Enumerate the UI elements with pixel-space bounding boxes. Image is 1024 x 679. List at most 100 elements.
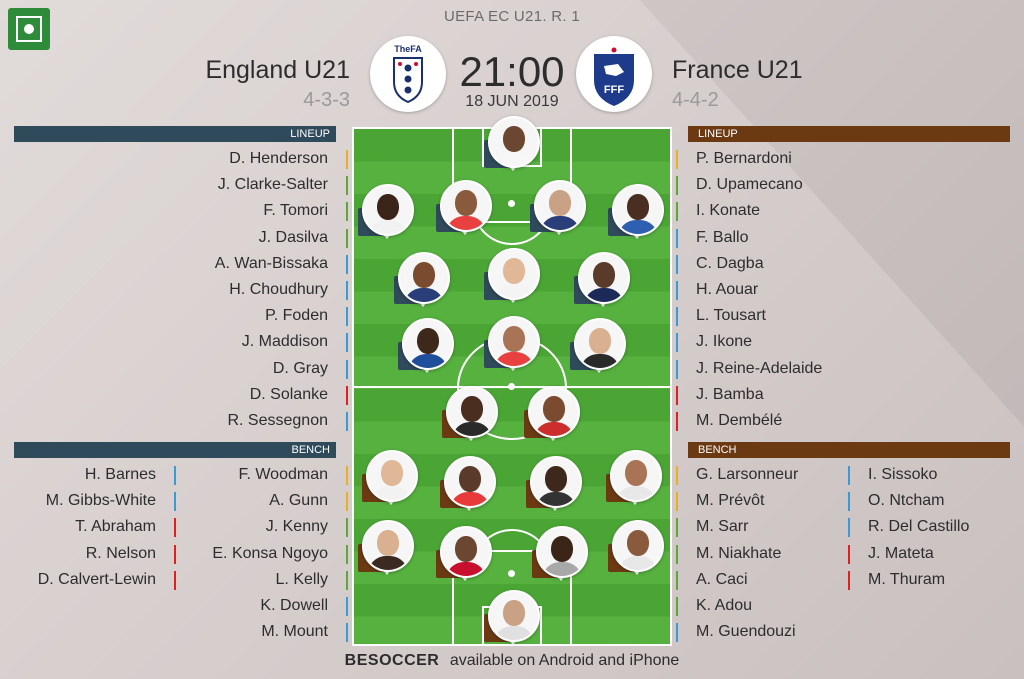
position-indicator [676, 202, 678, 222]
player-marker[interactable] [530, 180, 586, 244]
player-row[interactable]: J. Ikone [676, 329, 976, 355]
player-row[interactable]: A. Wan-Bissaka [48, 251, 348, 277]
player-row[interactable]: F. Ballo [676, 225, 976, 251]
position-indicator [848, 518, 850, 538]
player-marker[interactable] [436, 180, 492, 244]
besoccer-brand[interactable]: BESOCCER [345, 652, 440, 669]
player-row[interactable]: D. Upamecano [676, 172, 976, 198]
player-row[interactable]: M. Guendouzi [676, 619, 844, 645]
home-bench-header: BENCH [14, 442, 336, 458]
player-row[interactable]: D. Calvert-Lewin [8, 567, 176, 593]
position-indicator [346, 307, 348, 327]
player-photo [488, 590, 540, 642]
player-row[interactable]: M. Thuram [848, 567, 1016, 593]
player-row[interactable]: H. Aouar [676, 277, 976, 303]
position-indicator [346, 411, 348, 431]
player-marker[interactable] [484, 590, 540, 654]
player-marker[interactable] [362, 450, 418, 514]
player-row[interactable]: D. Gray [48, 356, 348, 382]
player-row[interactable]: R. Nelson [8, 541, 176, 567]
top-penalty-spot [508, 200, 515, 207]
player-row[interactable]: O. Ntcham [848, 488, 1016, 514]
player-name: J. Clarke-Salter [217, 176, 328, 194]
player-marker[interactable] [570, 318, 626, 382]
player-row[interactable]: E. Konsa Ngoyo [180, 541, 348, 567]
player-row[interactable]: K. Dowell [180, 593, 348, 619]
player-marker[interactable] [526, 456, 582, 520]
player-row[interactable]: P. Bernardoni [676, 146, 976, 172]
position-indicator [676, 307, 678, 327]
player-row[interactable]: R. Sessegnon [48, 408, 348, 434]
player-row[interactable]: J. Mateta [848, 541, 1016, 567]
player-name: P. Bernardoni [696, 150, 792, 167]
player-marker[interactable] [398, 318, 454, 382]
player-row[interactable]: H. Barnes [8, 462, 176, 488]
player-row[interactable]: J. Bamba [676, 382, 976, 408]
player-name: M. Sarr [696, 518, 749, 536]
player-row[interactable]: L. Tousart [676, 303, 976, 329]
player-row[interactable]: F. Tomori [48, 198, 348, 224]
player-row[interactable]: M. Gibbs-White [8, 488, 176, 514]
player-row[interactable]: C. Dagba [676, 251, 976, 277]
player-row[interactable]: D. Henderson [48, 146, 348, 172]
player-name: O. Ntcham [868, 492, 945, 510]
player-name: A. Caci [696, 570, 748, 588]
player-row[interactable]: M. Niakhate [676, 541, 844, 567]
player-row[interactable]: M. Dembélé [676, 408, 976, 434]
player-row[interactable]: A. Gunn [180, 488, 348, 514]
player-photo [444, 456, 496, 508]
player-marker[interactable] [606, 450, 662, 514]
player-row[interactable]: I. Sissoko [848, 462, 1016, 488]
player-name: I. Konate [696, 202, 761, 220]
player-row[interactable]: K. Adou [676, 593, 844, 619]
player-row[interactable]: J. Clarke-Salter [48, 172, 348, 198]
player-marker[interactable] [394, 252, 450, 316]
player-row[interactable]: F. Woodman [180, 462, 348, 488]
player-photo [488, 116, 540, 168]
player-row[interactable]: L. Kelly [180, 567, 348, 593]
player-row[interactable]: T. Abraham [8, 514, 176, 540]
player-name: A. Wan-Bissaka [214, 254, 328, 272]
player-marker[interactable] [524, 386, 580, 450]
player-row[interactable]: J. Kenny [180, 514, 348, 540]
player-row[interactable]: M. Mount [180, 619, 348, 645]
player-marker[interactable] [442, 386, 498, 450]
player-marker[interactable] [358, 520, 414, 584]
player-row[interactable]: M. Prévôt [676, 488, 844, 514]
player-marker[interactable] [358, 184, 414, 248]
kickoff-time: 21:00 [459, 48, 565, 95]
player-row[interactable]: I. Konate [676, 198, 976, 224]
player-marker[interactable] [608, 520, 664, 584]
position-indicator [676, 150, 678, 169]
player-name: D. Gray [272, 359, 328, 377]
player-marker[interactable] [574, 252, 630, 316]
player-row[interactable]: H. Choudhury [48, 277, 348, 303]
player-row[interactable]: J. Maddison [48, 329, 348, 355]
position-indicator [346, 150, 348, 169]
player-row[interactable]: A. Caci [676, 567, 844, 593]
player-marker[interactable] [608, 184, 664, 248]
player-marker[interactable] [484, 116, 540, 180]
player-marker[interactable] [436, 526, 492, 590]
player-name: D. Henderson [229, 150, 328, 167]
player-row[interactable]: D. Solanke [48, 382, 348, 408]
position-indicator [676, 333, 678, 353]
player-row[interactable]: P. Foden [48, 303, 348, 329]
player-name: J. Mateta [868, 544, 934, 562]
france-crest[interactable]: FFF [576, 36, 652, 112]
player-row[interactable]: J. Dasilva [48, 225, 348, 251]
player-row[interactable]: R. Del Castillo [848, 514, 1016, 540]
player-row[interactable]: G. Larsonneur [676, 462, 844, 488]
england-crest[interactable]: TheFA [370, 36, 446, 112]
player-photo [534, 180, 586, 232]
player-marker[interactable] [532, 526, 588, 590]
player-marker[interactable] [484, 248, 540, 312]
player-marker[interactable] [440, 456, 496, 520]
position-indicator [848, 570, 850, 590]
player-row[interactable]: M. Sarr [676, 514, 844, 540]
position-indicator [848, 466, 850, 485]
player-marker[interactable] [484, 316, 540, 380]
player-row[interactable]: J. Reine-Adelaide [676, 356, 976, 382]
position-indicator [676, 518, 678, 538]
player-name: K. Dowell [260, 596, 328, 614]
